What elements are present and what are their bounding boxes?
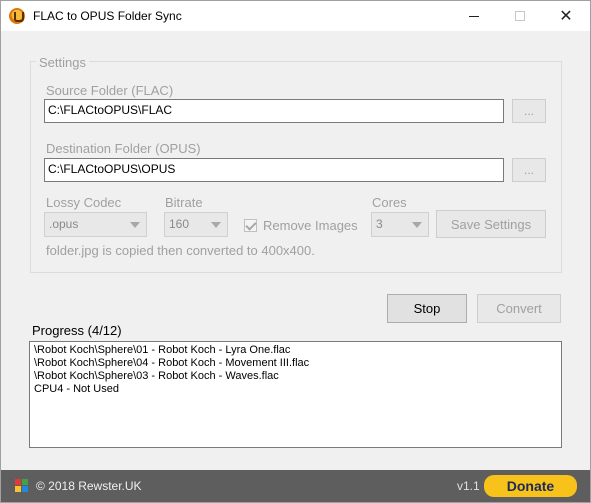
cores-value: 3 — [376, 217, 383, 231]
progress-label: Progress (4/12) — [32, 323, 122, 338]
app-icon — [9, 8, 25, 24]
source-folder-field[interactable]: C:\FLACtoOPUS\FLAC — [44, 99, 504, 123]
save-settings-button[interactable]: Save Settings — [436, 210, 546, 238]
minimize-button[interactable] — [451, 1, 497, 31]
maximize-icon — [515, 11, 525, 21]
destination-folder-label: Destination Folder (OPUS) — [46, 141, 201, 156]
chevron-down-icon — [412, 222, 422, 228]
log-line: \Robot Koch\Sphere\01 - Robot Koch - Lyr… — [34, 344, 291, 356]
minimize-icon — [469, 15, 479, 17]
title-bar[interactable]: FLAC to OPUS Folder Sync ✕ — [1, 1, 590, 31]
folder-jpg-note: folder.jpg is copied then converted to 4… — [46, 243, 315, 258]
log-line: \Robot Koch\Sphere\03 - Robot Koch - Wav… — [34, 370, 279, 382]
lossy-codec-value: .opus — [49, 217, 79, 231]
checkbox-checked-icon — [244, 219, 257, 232]
settings-legend: Settings — [36, 55, 89, 70]
close-button[interactable]: ✕ — [543, 1, 589, 31]
progress-log[interactable]: \Robot Koch\Sphere\01 - Robot Koch - Lyr… — [29, 341, 562, 448]
close-icon: ✕ — [559, 8, 573, 25]
window-title: FLAC to OPUS Folder Sync — [33, 9, 182, 23]
maximize-button — [497, 1, 543, 31]
remove-images-label: Remove Images — [263, 218, 358, 233]
bitrate-value: 160 — [169, 217, 190, 231]
log-line: \Robot Koch\Sphere\04 - Robot Koch - Mov… — [34, 357, 310, 369]
stop-button[interactable]: Stop — [387, 294, 467, 323]
donate-button[interactable]: Donate — [484, 475, 577, 497]
version-label: v1.1 — [457, 479, 480, 493]
destination-folder-field[interactable]: C:\FLACtoOPUS\OPUS — [44, 158, 504, 182]
convert-button[interactable]: Convert — [477, 294, 561, 323]
status-bar: © 2018 Rewster.UK v1.1 Donate — [1, 470, 590, 502]
chevron-down-icon — [211, 222, 221, 228]
cores-select[interactable]: 3 — [371, 212, 429, 237]
source-folder-label: Source Folder (FLAC) — [46, 83, 174, 98]
lossy-codec-label: Lossy Codec — [46, 195, 122, 210]
chevron-down-icon — [130, 222, 140, 228]
destination-browse-button[interactable]: ... — [512, 158, 546, 182]
bitrate-label: Bitrate — [165, 195, 203, 210]
log-line: CPU4 - Not Used — [34, 383, 119, 395]
source-browse-button[interactable]: ... — [512, 99, 546, 123]
copyright-text[interactable]: © 2018 Rewster.UK — [36, 479, 142, 493]
cores-label: Cores — [372, 195, 407, 210]
bitrate-select[interactable]: 160 — [164, 212, 228, 237]
app-window: FLAC to OPUS Folder Sync ✕ Settings Sour… — [0, 0, 591, 503]
lossy-codec-select[interactable]: .opus — [44, 212, 147, 237]
windows-logo-icon — [15, 479, 28, 492]
remove-images-checkbox[interactable]: Remove Images — [244, 218, 358, 233]
